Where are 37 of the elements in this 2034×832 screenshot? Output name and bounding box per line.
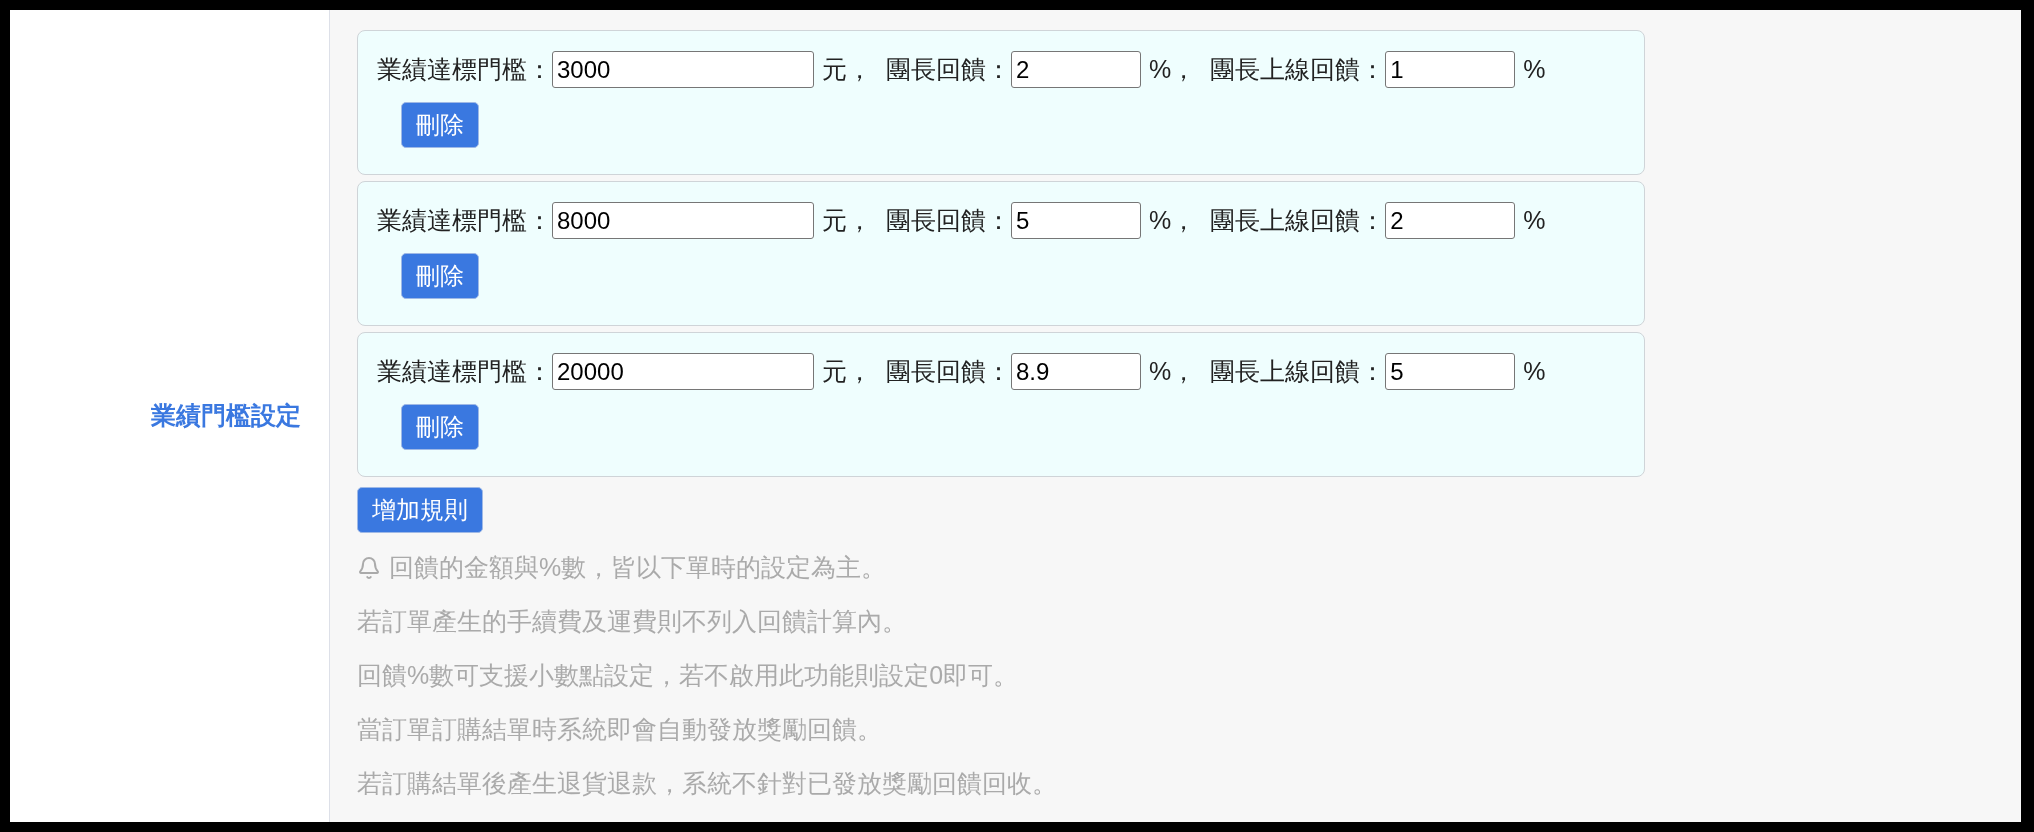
field-label: 團長上線回饋： [1210,53,1386,85]
field-label: 團長上線回饋： [1210,204,1386,236]
input-field[interactable]: 8000 [552,202,814,239]
unit-label: 元， [822,355,872,387]
field-label: 團長回饋： [886,53,1011,85]
note-text: 當訂單訂購結單時系統即會自動發放獎勵回饋。 [357,714,882,746]
input-field[interactable]: 3000 [552,51,814,88]
unit-label: % [1523,355,1546,387]
input-field[interactable]: 1 [1385,51,1516,88]
note-text: 若訂單產生的手續費及運費則不列入回饋計算內。 [357,606,907,638]
field-label: 團長回饋： [886,355,1011,387]
add-rule-button[interactable]: 增加規則 [357,487,483,533]
unit-label: %， [1149,355,1197,387]
unit-label: %， [1149,53,1197,85]
note-text: 若訂購結單後產生退貨退款，系統不針對已發放獎勵回饋回收。 [357,768,1057,800]
note-text: 回饋的金額與%數，皆以下單時的設定為主。 [389,552,887,584]
section-label: 業績門檻設定 [151,400,301,432]
field-label: 團長上線回饋： [1210,355,1386,387]
delete-button[interactable]: 刪除 [401,404,479,450]
unit-label: 元， [822,204,872,236]
field-label: 業績達標門檻： [377,204,552,236]
input-field[interactable]: 8.9 [1011,353,1141,390]
unit-label: 元， [822,53,872,85]
note-text: 回饋%數可支援小數點設定，若不啟用此功能則設定0即可。 [357,660,1019,692]
field-label: 業績達標門檻： [377,53,552,85]
input-field[interactable]: 2 [1011,51,1141,88]
input-field[interactable]: 20000 [552,353,814,390]
unit-label: %， [1149,204,1197,236]
field-label: 業績達標門檻： [377,355,552,387]
unit-label: % [1523,53,1546,85]
input-field[interactable]: 5 [1385,353,1516,390]
input-field[interactable]: 5 [1011,202,1141,239]
unit-label: % [1523,204,1546,236]
delete-button[interactable]: 刪除 [401,102,479,148]
delete-button[interactable]: 刪除 [401,253,479,299]
field-label: 團長回饋： [886,204,1011,236]
input-field[interactable]: 2 [1385,202,1516,239]
